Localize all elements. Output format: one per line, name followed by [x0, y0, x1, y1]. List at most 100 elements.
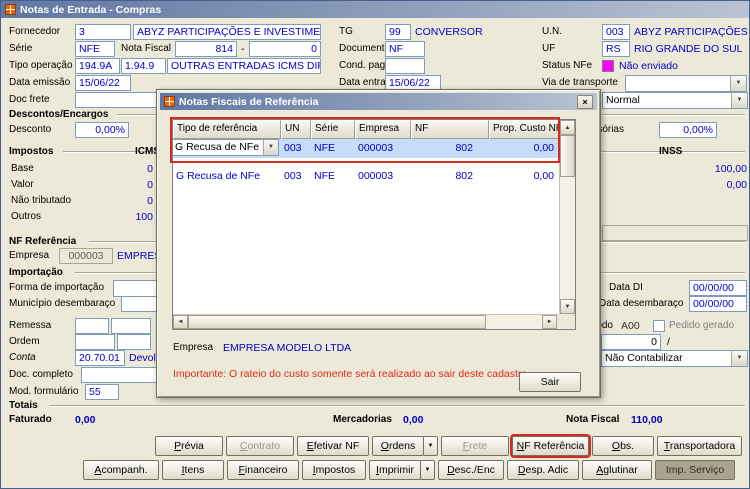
status-nfe-color-swatch	[602, 60, 614, 72]
tg-name-text: CONVERSOR	[415, 26, 483, 38]
column-header-empresa[interactable]: Empresa	[355, 120, 411, 139]
nf-sub-field[interactable]: 0	[249, 41, 321, 57]
serie-cell: NFE	[314, 142, 335, 154]
nota-fiscal-total-value: 110,00	[631, 414, 663, 426]
municipio-label: Município desembaraço	[9, 298, 116, 309]
button-contrato[interactable]: Contrato	[226, 436, 294, 456]
chevron-down-icon[interactable]: ▼	[730, 76, 746, 91]
empresa-code-field: 000003	[59, 248, 113, 264]
mod-formulario-field[interactable]: 55	[85, 384, 119, 400]
descontos-section-header: Descontos/Encargos	[9, 109, 109, 120]
remessa-field-1[interactable]	[75, 318, 109, 334]
un-field[interactable]: 003	[602, 24, 630, 40]
scroll-right-icon[interactable]: ►	[542, 315, 558, 329]
icms-valor-value: 0	[147, 179, 153, 191]
contabilizar-select[interactable]: Não Contabilizar ▼	[601, 350, 748, 367]
button-aglutinar[interactable]: Aglutinar	[582, 460, 652, 480]
button-frete[interactable]: Frete	[441, 436, 509, 456]
remessa-field-2[interactable]	[111, 318, 151, 334]
footer-button-row-1: Prévia Contrato Efetivar NF Ordens ▼ Frete NF …	[155, 434, 742, 458]
nota-fiscal-label: Nota Fiscal	[121, 43, 172, 54]
chevron-down-icon[interactable]: ▼	[731, 93, 747, 108]
button-itens[interactable]: Itens	[162, 460, 224, 480]
button-imprimir[interactable]: Imprimir	[369, 460, 421, 480]
table-row[interactable]: G Recusa de NFe 003 NFE 000003 802 0,00	[173, 167, 559, 186]
conta-label: Conta	[9, 352, 36, 363]
periodo-value: A00	[621, 320, 640, 332]
column-header-serie[interactable]: Série	[311, 120, 355, 139]
dialog-titlebar[interactable]: Notas Fiscais de Referência ×	[160, 93, 597, 110]
nf-numero-field[interactable]: 814	[175, 41, 237, 57]
prop-cell: 0,00	[533, 142, 554, 154]
button-efetivar-nf[interactable]: Efetivar NF	[297, 436, 369, 456]
column-header-prop-custo-nf-ref[interactable]: Prop. Custo NF Ref.	[489, 120, 559, 139]
dialog-empresa-value: EMPRESA MODELO LTDA	[223, 342, 352, 354]
button-nf-referencia[interactable]: NF Referência	[510, 434, 591, 458]
button-financeiro[interactable]: Financeiro	[227, 460, 299, 480]
tipo-op-code1-field[interactable]: 194.9A	[75, 58, 120, 74]
impostos-section-header: Impostos	[9, 146, 54, 157]
button-obs[interactable]: Obs.	[592, 436, 654, 456]
fornecedor-code-field[interactable]: 3	[75, 24, 131, 40]
tg-label: TG	[339, 26, 353, 37]
scrollbar-thumb[interactable]	[560, 135, 575, 177]
empresa-cell: 000003	[358, 142, 394, 154]
conta-field[interactable]: 20.70.01	[75, 350, 125, 366]
column-header-nf[interactable]: NF	[411, 120, 489, 139]
data-desembaraco-field[interactable]: 00/00/00	[689, 296, 747, 312]
horizontal-scrollbar[interactable]: ◄ ►	[173, 314, 558, 329]
ref-type-combobox[interactable]: G Recusa de NFe ▼	[173, 139, 279, 156]
doc-frete-tipo-select[interactable]: Normal ▼	[602, 92, 748, 109]
button-transportadora[interactable]: Transportadora	[657, 436, 742, 456]
scroll-up-icon[interactable]: ▲	[560, 120, 575, 135]
serie-field[interactable]: NFE	[75, 41, 115, 57]
tipo-op-code2-field[interactable]: 1.94.9	[121, 58, 166, 74]
ordem-field-1[interactable]	[75, 334, 115, 350]
vertical-scrollbar[interactable]: ▲ ▼	[559, 120, 575, 314]
fornecedor-name-field[interactable]: ABYZ PARTICIPAÇÕES E INVESTIMENTOS LTDA	[133, 24, 321, 40]
icms-outros-value: 100	[135, 211, 153, 223]
pedido-num-field[interactable]: 0	[601, 334, 661, 350]
un-label: U.N.	[542, 26, 562, 37]
uf-label: UF	[542, 43, 556, 54]
scrollbar-thumb[interactable]	[188, 315, 486, 329]
tg-field[interactable]: 99	[385, 24, 411, 40]
column-header-tipo-de-referencia[interactable]: Tipo de referência	[173, 120, 281, 139]
data-di-field[interactable]: 00/00/00	[689, 280, 747, 296]
button-desp-adic[interactable]: Desp. Adic	[507, 460, 579, 480]
main-window: Notas de Entrada - Compras Fornecedor 3 …	[0, 0, 750, 489]
data-emissao-field[interactable]: 15/06/22	[75, 75, 131, 91]
table-header-row: Tipo de referência UN Série Empresa NF Prop. …	[173, 120, 559, 139]
button-ordens-dropdown[interactable]: ▼	[423, 436, 438, 456]
button-acompanh[interactable]: Acompanh.	[83, 460, 159, 480]
chevron-down-icon[interactable]: ▼	[731, 351, 747, 366]
button-desc-enc[interactable]: Desc./Enc	[438, 460, 504, 480]
button-ordens[interactable]: Ordens	[372, 436, 424, 456]
disabled-field	[602, 225, 748, 241]
window-titlebar[interactable]: Notas de Entrada - Compras	[1, 1, 749, 18]
scroll-left-icon[interactable]: ◄	[173, 315, 188, 329]
documento-field[interactable]: NF	[385, 41, 425, 57]
table-row[interactable]: G Recusa de NFe ▼ 003 NFE 000003 802 0,00	[173, 139, 559, 158]
button-imp-servico[interactable]: Imp. Serviço	[655, 460, 735, 480]
uf-field[interactable]: RS	[602, 41, 630, 57]
button-previa[interactable]: Prévia	[155, 436, 223, 456]
button-impostos[interactable]: Impostos	[302, 460, 366, 480]
desp-acessorias-field[interactable]: 0,00%	[659, 122, 717, 138]
pedido-gerado-checkbox[interactable]	[653, 320, 665, 332]
button-imprimir-dropdown[interactable]: ▼	[420, 460, 435, 480]
sair-button[interactable]: Sair	[519, 372, 581, 392]
importacao-section-header: Importação	[9, 267, 63, 278]
chevron-down-icon[interactable]: ▼	[263, 140, 278, 155]
nao-tributado-label: Não tributado	[11, 195, 72, 206]
via-transporte-select[interactable]: ▼	[625, 75, 747, 92]
cond-pag-field[interactable]	[385, 58, 425, 74]
tipo-op-desc-field[interactable]: OUTRAS ENTRADAS ICMS DIF/IPI SU	[167, 58, 321, 74]
doc-frete-label: Doc frete	[9, 94, 50, 105]
desconto-field[interactable]: 0,00%	[75, 122, 129, 138]
close-icon[interactable]: ×	[577, 94, 593, 109]
column-header-un[interactable]: UN	[281, 120, 311, 139]
tipo-cell: G Recusa de NFe ▼	[173, 139, 281, 158]
scroll-down-icon[interactable]: ▼	[560, 299, 575, 314]
ordem-field-2[interactable]	[117, 334, 151, 350]
